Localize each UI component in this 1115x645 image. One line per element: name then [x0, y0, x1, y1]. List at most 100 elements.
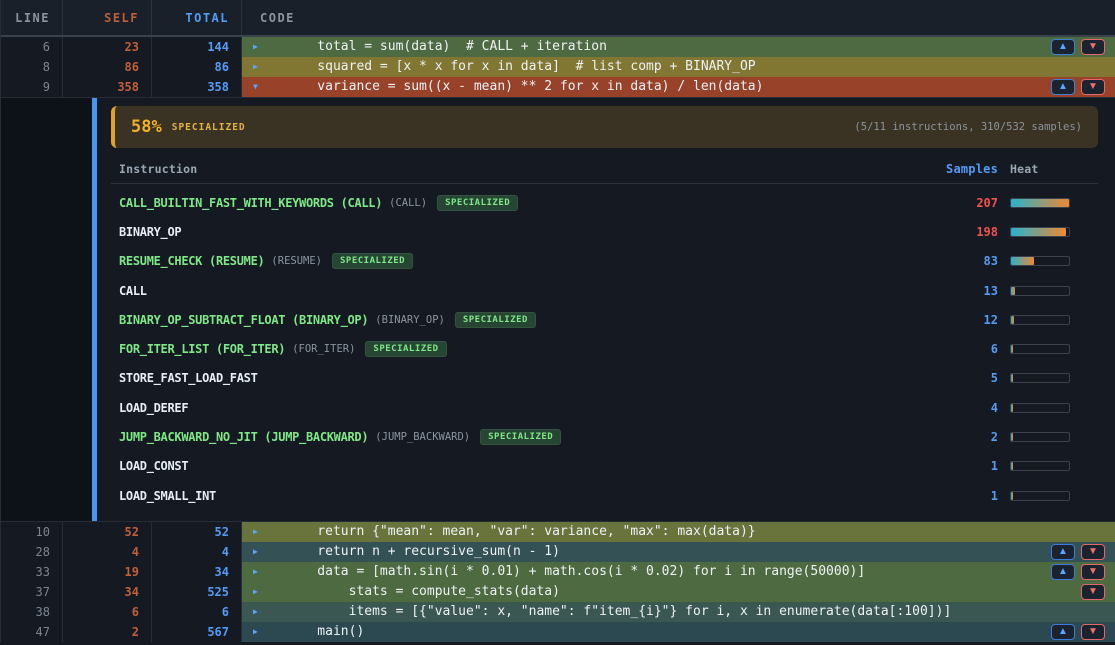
heat-bar-fill	[1011, 462, 1013, 470]
heat-bar	[1010, 491, 1070, 501]
jump-down-button[interactable]: ▼	[1081, 584, 1105, 600]
instruction-samples: 6	[903, 342, 998, 356]
heat-bar-fill	[1011, 316, 1014, 324]
self-samples-value: 34	[63, 582, 152, 602]
instruction-base-opcode: (BINARY_OP)	[375, 314, 445, 326]
instruction-samples: 1	[903, 489, 998, 503]
expand-arrow-icon[interactable]: ▼	[253, 77, 286, 97]
jump-down-button[interactable]: ▼	[1081, 544, 1105, 560]
code-cell[interactable]: ▶ items = [{"value": x, "name": f"item_{…	[242, 602, 1115, 622]
jump-up-button[interactable]: ▲	[1051, 624, 1075, 640]
code-text: return {"mean": mean, "var": variance, "…	[286, 522, 756, 542]
instruction-name: BINARY_OP_SUBTRACT_FLOAT (BINARY_OP)	[119, 313, 368, 327]
instruction-row: CALL 13	[111, 276, 1098, 305]
specialized-badge: SPECIALIZED	[455, 312, 536, 328]
total-samples-value: 144	[152, 37, 242, 57]
jump-down-button[interactable]: ▼	[1081, 39, 1105, 55]
heat-bar	[1010, 373, 1070, 383]
code-cell[interactable]: ▶ squared = [x * x for x in data] # list…	[242, 57, 1115, 77]
code-text: stats = compute_stats(data)	[286, 582, 560, 602]
heat-bar	[1010, 432, 1070, 442]
instruction-base-opcode: (JUMP_BACKWARD)	[375, 431, 470, 443]
jump-down-button[interactable]: ▼	[1081, 564, 1105, 580]
code-text: squared = [x * x for x in data] # list c…	[286, 57, 756, 77]
self-samples-value: 358	[63, 77, 152, 97]
expand-arrow-icon[interactable]: ▶	[253, 602, 286, 622]
instruction-table-header: Instruction Samples Heat	[111, 162, 1098, 184]
self-samples-value: 4	[63, 542, 152, 562]
code-line-row: 47 2 567 ▶ main() ▲▼	[1, 622, 1115, 642]
line-number: 8	[1, 57, 63, 77]
instruction-name: RESUME_CHECK (RESUME)	[119, 254, 264, 268]
code-cell[interactable]: ▶ return n + recursive_sum(n - 1) ▲▼	[242, 542, 1115, 562]
expand-arrow-icon[interactable]: ▶	[253, 582, 286, 602]
total-samples-value: 4	[152, 542, 242, 562]
specialized-label: SPECIALIZED	[172, 122, 246, 133]
instruction-base-opcode: (FOR_ITER)	[292, 343, 355, 355]
heat-bar	[1010, 286, 1070, 296]
instruction-samples: 83	[903, 254, 998, 268]
line-number: 10	[1, 522, 63, 542]
expand-arrow-icon[interactable]: ▶	[253, 522, 286, 542]
expand-arrow-icon[interactable]: ▶	[253, 37, 286, 57]
line-number: 9	[1, 77, 63, 97]
heat-bar-fill	[1011, 228, 1066, 236]
instruction-base-opcode: (CALL)	[389, 197, 427, 209]
instruction-samples: 2	[903, 430, 998, 444]
instruction-samples: 198	[903, 225, 998, 239]
total-samples-value: 525	[152, 582, 242, 602]
heat-bar-fill	[1011, 345, 1013, 353]
heat-bar	[1010, 403, 1070, 413]
instruction-row: RESUME_CHECK (RESUME) (RESUME) SPECIALIZ…	[111, 247, 1098, 276]
heat-bar	[1010, 198, 1070, 208]
code-cell[interactable]: ▶ return {"mean": mean, "var": variance,…	[242, 522, 1115, 542]
code-cell[interactable]: ▼ variance = sum((x - mean) ** 2 for x i…	[242, 77, 1115, 97]
code-line-row: 8 86 86 ▶ squared = [x * x for x in data…	[1, 57, 1115, 77]
heat-bar-fill	[1011, 374, 1013, 382]
instruction-samples: 5	[903, 371, 998, 385]
jump-up-button[interactable]: ▲	[1051, 79, 1075, 95]
instruction-row: BINARY_OP_SUBTRACT_FLOAT (BINARY_OP) (BI…	[111, 305, 1098, 334]
code-cell[interactable]: ▶ stats = compute_stats(data) ▼	[242, 582, 1115, 602]
heat-bar-fill	[1011, 404, 1013, 412]
total-samples-value: 6	[152, 602, 242, 622]
instruction-name: STORE_FAST_LOAD_FAST	[119, 371, 258, 385]
column-header-total: TOTAL	[152, 0, 242, 35]
code-cell[interactable]: ▶ total = sum(data) # CALL + iteration ▲…	[242, 37, 1115, 57]
specialized-percent: 58%	[131, 117, 162, 137]
code-cell[interactable]: ▶ data = [math.sin(i * 0.01) + math.cos(…	[242, 562, 1115, 582]
code-text: items = [{"value": x, "name": f"item_{i}…	[286, 602, 951, 622]
heat-bar-fill	[1011, 257, 1034, 265]
expand-arrow-icon[interactable]: ▶	[253, 562, 286, 582]
code-line-row: 6 23 144 ▶ total = sum(data) # CALL + it…	[1, 37, 1115, 57]
code-line-row: 33 19 34 ▶ data = [math.sin(i * 0.01) + …	[1, 562, 1115, 582]
line-number: 37	[1, 582, 63, 602]
expand-arrow-icon[interactable]: ▶	[253, 57, 286, 77]
heat-bar	[1010, 256, 1070, 266]
heat-bar	[1010, 461, 1070, 471]
expand-arrow-icon[interactable]: ▶	[253, 622, 286, 642]
self-samples-value: 19	[63, 562, 152, 582]
total-samples-value: 34	[152, 562, 242, 582]
jump-down-button[interactable]: ▼	[1081, 79, 1105, 95]
instruction-row: JUMP_BACKWARD_NO_JIT (JUMP_BACKWARD) (JU…	[111, 422, 1098, 451]
total-samples-value: 358	[152, 77, 242, 97]
instruction-name: CALL_BUILTIN_FAST_WITH_KEYWORDS (CALL)	[119, 196, 382, 210]
column-header-self: SELF	[63, 0, 152, 35]
specialized-badge: SPECIALIZED	[332, 253, 413, 269]
jump-up-button[interactable]: ▲	[1051, 39, 1075, 55]
instruction-name: JUMP_BACKWARD_NO_JIT (JUMP_BACKWARD)	[119, 430, 368, 444]
expand-arrow-icon[interactable]: ▶	[253, 542, 286, 562]
instruction-row: BINARY_OP 198	[111, 217, 1098, 246]
heat-bar	[1010, 227, 1070, 237]
code-cell[interactable]: ▶ main() ▲▼	[242, 622, 1115, 642]
code-line-row: 9 358 358 ▼ variance = sum((x - mean) **…	[1, 77, 1115, 97]
code-line-row: 38 6 6 ▶ items = [{"value": x, "name": f…	[1, 602, 1115, 622]
jump-up-button[interactable]: ▲	[1051, 564, 1075, 580]
self-samples-value: 6	[63, 602, 152, 622]
header-instruction: Instruction	[119, 162, 903, 176]
code-line-row: 37 34 525 ▶ stats = compute_stats(data) …	[1, 582, 1115, 602]
jump-up-button[interactable]: ▲	[1051, 544, 1075, 560]
line-number: 47	[1, 622, 63, 642]
jump-down-button[interactable]: ▼	[1081, 624, 1105, 640]
